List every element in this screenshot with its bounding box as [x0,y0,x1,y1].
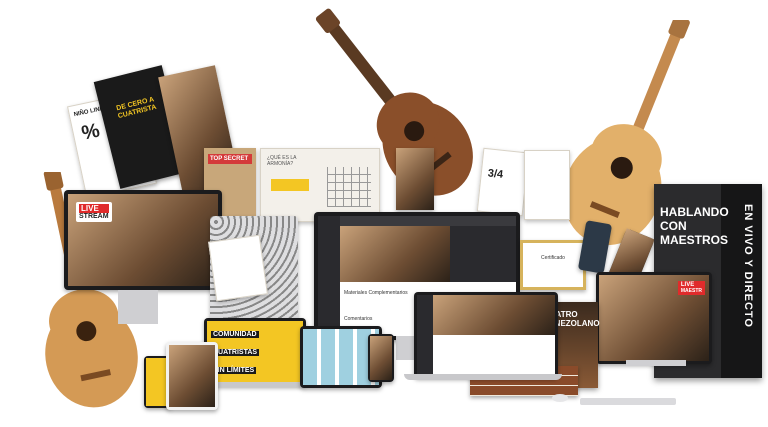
right-monitor-stand [626,360,686,366]
laptop-sidebar [417,295,433,375]
open-book: ¿QUÉ ES LA ARMONÍA? [260,148,380,222]
mouse [552,394,568,402]
left-tablet [166,342,218,410]
top-secret-stamp: TOP SECRET [208,154,252,164]
comunidad-screen: COMUNIDAD CUATRISTAS SIN LÍMITES [207,321,303,383]
laptop [414,292,558,378]
comunidad-laptop: COMUNIDAD CUATRISTAS SIN LÍMITES [204,318,306,386]
live-stream-badge: LIVE STREAM [76,202,112,222]
left-monitor: LIVE STREAM [64,190,222,290]
phone-center [368,334,394,382]
left-monitor-stand [118,290,158,324]
live-badge-line1: LIVE [79,204,109,213]
left-monitor-video: LIVE STREAM [68,194,218,286]
book-highlight [271,179,309,191]
imac-sidebar [318,216,340,336]
laptop-screen [417,295,555,375]
imac-video [340,226,450,282]
live-badge-line2: STREAM [79,213,109,220]
lesson-section: Materiales Complementarios [344,290,408,296]
imac-playlist [450,226,516,282]
chord-sheet-2 [524,150,570,220]
comunidad-line2: CUATRISTAS [211,349,260,356]
hablando-title: HABLANDO CON MAESTROS [660,205,729,247]
chord-time-signature: 3/4 [487,167,504,181]
photo-book [396,148,434,210]
notes-page [208,234,268,302]
hablando-side-text: EN VIVO Y DIRECTO [742,204,754,328]
right-live-badge: LIVE MAESTR [677,281,705,295]
right-monitor-video: LIVE MAESTR [599,275,709,361]
laptop-base [404,374,562,380]
left-tablet-screen [169,345,215,407]
certificate-frame: Certificado [520,240,586,290]
phone-center-screen [370,336,392,380]
book-page-heading: ¿QUÉ ES LA ARMONÍA? [267,155,297,167]
comunidad-line1: COMUNIDAD [211,331,259,338]
right-badge-line2: MAESTR [680,288,702,294]
book-chord-grid [327,167,371,207]
imac-header: Clase 4 - Módulo 1 - Nivel Medio [340,216,516,230]
right-monitor: LIVE MAESTR [596,272,712,364]
chord-sheet-1: 3/4 [476,147,530,217]
keyboard [580,398,676,405]
lesson-comments: Comentarios [344,316,373,322]
laptop-video [433,295,555,335]
certificate-title: Certificado [541,255,565,261]
